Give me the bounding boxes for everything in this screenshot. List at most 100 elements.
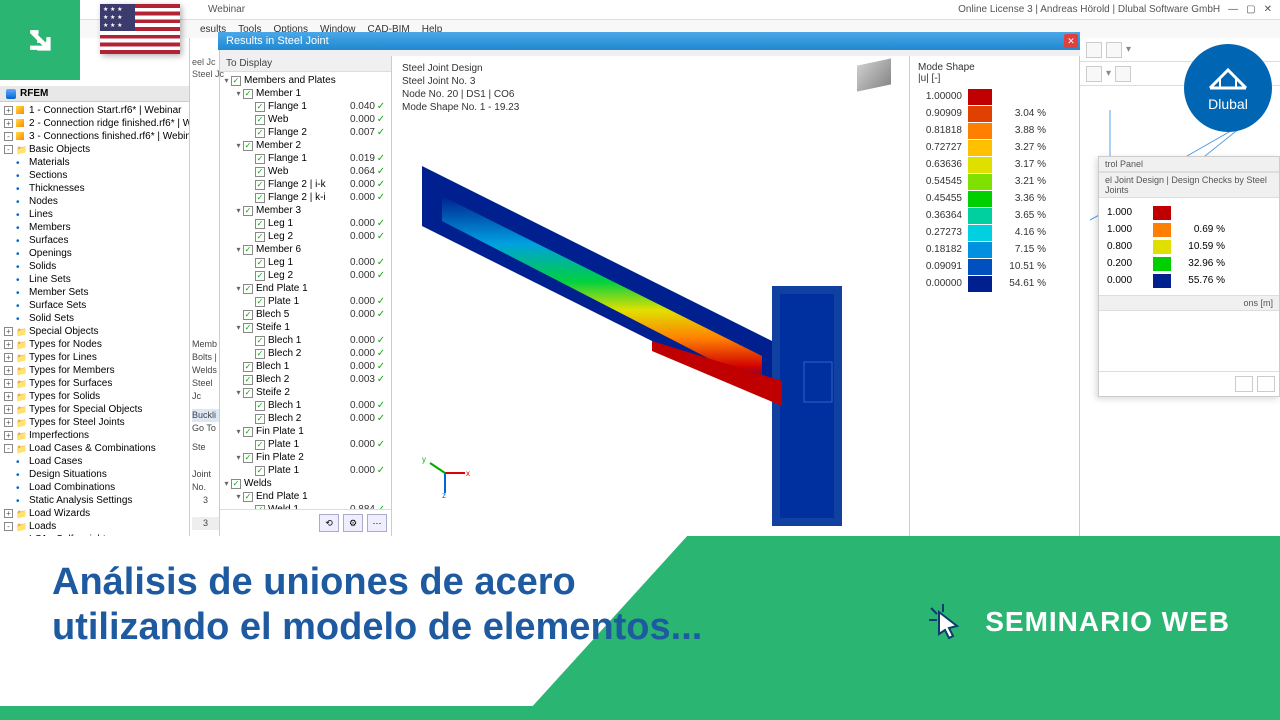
nav-item[interactable]: Load Cases bbox=[0, 455, 189, 468]
title-bar: Webinar Online License 3 | Andreas Hörol… bbox=[0, 0, 1280, 20]
nav-item[interactable]: -3 - Connections finished.rf6* | Webinar bbox=[0, 130, 189, 143]
viewport-3d[interactable]: Steel Joint Design Steel Joint No. 3 Nod… bbox=[392, 56, 910, 536]
nav-item[interactable]: Static Analysis Settings bbox=[0, 494, 189, 507]
nav-item[interactable]: +2 - Connection ridge finished.rf6* | We… bbox=[0, 117, 189, 130]
nav-root[interactable]: RFEM bbox=[0, 86, 189, 102]
design-row: 0.20032.96 % bbox=[1099, 255, 1279, 272]
nav-item[interactable]: -Loads bbox=[0, 520, 189, 533]
nav-item[interactable]: Nodes bbox=[0, 195, 189, 208]
panel-btn[interactable] bbox=[1235, 376, 1253, 392]
nav-item[interactable]: -Load Cases & Combinations bbox=[0, 442, 189, 455]
legend-row: 0.0909110.51 % bbox=[918, 258, 1071, 275]
tool-icon[interactable] bbox=[1086, 42, 1102, 58]
tree-row[interactable]: Blech 10.000✓ bbox=[220, 360, 391, 373]
nav-item[interactable]: +Imperfections bbox=[0, 429, 189, 442]
nav-item[interactable]: +Types for Special Objects bbox=[0, 403, 189, 416]
max-icon[interactable]: ▢ bbox=[1246, 4, 1255, 15]
nav-item[interactable]: +Special Objects bbox=[0, 325, 189, 338]
nav-item[interactable]: Load Combinations bbox=[0, 481, 189, 494]
nav-item[interactable]: Surfaces bbox=[0, 234, 189, 247]
nav-item[interactable]: Design Situations bbox=[0, 468, 189, 481]
tree-row[interactable]: ▾Steife 1 bbox=[220, 321, 391, 334]
tree-row[interactable]: ▾Welds bbox=[220, 477, 391, 490]
nav-item[interactable]: +Types for Surfaces bbox=[0, 377, 189, 390]
tool-icon[interactable] bbox=[1106, 42, 1122, 58]
tool-icon[interactable] bbox=[1115, 66, 1131, 82]
tree-row[interactable]: Blech 20.000✓ bbox=[220, 347, 391, 360]
tree-row[interactable]: Leg 20.000✓ bbox=[220, 269, 391, 282]
footer-banner: Análisis de uniones de acero utilizando … bbox=[0, 536, 1280, 720]
tree-row[interactable]: ▾Member 3 bbox=[220, 204, 391, 217]
nav-item[interactable]: Solids bbox=[0, 260, 189, 273]
tree-row[interactable]: ▾Steife 2 bbox=[220, 386, 391, 399]
dlg-btn-2[interactable]: ⚙ bbox=[343, 514, 363, 532]
cursor-icon bbox=[923, 600, 967, 644]
nav-item[interactable]: Members bbox=[0, 221, 189, 234]
tree-row[interactable]: Flange 2 | i-k0.000✓ bbox=[220, 178, 391, 191]
nav-item[interactable]: +Types for Members bbox=[0, 364, 189, 377]
tree-row[interactable]: Plate 10.000✓ bbox=[220, 295, 391, 308]
tree-row[interactable]: Web0.000✓ bbox=[220, 113, 391, 126]
tree-row[interactable]: Flange 10.040✓ bbox=[220, 100, 391, 113]
nav-item[interactable]: +Types for Lines bbox=[0, 351, 189, 364]
design-check-panel: trol Panel el Joint Design | Design Chec… bbox=[1098, 156, 1280, 397]
nav-item[interactable]: Thicknesses bbox=[0, 182, 189, 195]
results-tree[interactable]: ▾Members and Plates▾Member 1Flange 10.04… bbox=[220, 72, 391, 509]
tree-row[interactable]: Blech 10.000✓ bbox=[220, 399, 391, 412]
tree-row[interactable]: Blech 20.000✓ bbox=[220, 412, 391, 425]
clip-stub: eel JcSteel Jc bbox=[192, 56, 224, 80]
nav-item[interactable]: Solid Sets bbox=[0, 312, 189, 325]
nav-item[interactable]: +1 - Connection Start.rf6* | Webinar bbox=[0, 104, 189, 117]
nav-item[interactable]: Surface Sets bbox=[0, 299, 189, 312]
nav-item[interactable]: Lines bbox=[0, 208, 189, 221]
legend-row: 0.181827.15 % bbox=[918, 241, 1071, 258]
nav-item[interactable]: +Types for Steel Joints bbox=[0, 416, 189, 429]
legend-row: 0.818183.88 % bbox=[918, 122, 1071, 139]
results-dialog: To Display ▾Members and Plates▾Member 1F… bbox=[220, 56, 392, 536]
tree-row[interactable]: ▾Members and Plates bbox=[220, 74, 391, 87]
tree-row[interactable]: Flange 10.019✓ bbox=[220, 152, 391, 165]
close-icon[interactable]: ✕ bbox=[1264, 4, 1272, 15]
tree-row[interactable]: Blech 20.003✓ bbox=[220, 373, 391, 386]
min-icon[interactable]: — bbox=[1228, 4, 1238, 15]
nav-item[interactable]: Member Sets bbox=[0, 286, 189, 299]
tree-row[interactable]: ▾Member 6 bbox=[220, 243, 391, 256]
tree-row[interactable]: Flange 2 | k-i0.000✓ bbox=[220, 191, 391, 204]
viewport-info: Steel Joint Design Steel Joint No. 3 Nod… bbox=[402, 62, 519, 114]
tree-row[interactable]: ▾End Plate 1 bbox=[220, 282, 391, 295]
dialog-subtitle: To Display bbox=[220, 56, 391, 72]
tree-row[interactable]: ▾Member 2 bbox=[220, 139, 391, 152]
view-cube-icon[interactable] bbox=[857, 62, 899, 104]
dialog-close-icon[interactable]: ✕ bbox=[1064, 34, 1078, 48]
project-navigator: RFEM +1 - Connection Start.rf6* | Webina… bbox=[0, 38, 190, 536]
nav-item[interactable]: Sections bbox=[0, 169, 189, 182]
tree-row[interactable]: Leg 10.000✓ bbox=[220, 256, 391, 269]
dlg-btn-3[interactable]: ⋯ bbox=[367, 514, 387, 532]
nav-item[interactable]: +Load Wizards bbox=[0, 507, 189, 520]
tree-row[interactable]: Blech 50.000✓ bbox=[220, 308, 391, 321]
legend-row: 1.00000 bbox=[918, 88, 1071, 105]
tree-row[interactable]: Leg 10.000✓ bbox=[220, 217, 391, 230]
dlg-btn-1[interactable]: ⟲ bbox=[319, 514, 339, 532]
tree-row[interactable]: Plate 10.000✓ bbox=[220, 464, 391, 477]
nav-item[interactable]: Line Sets bbox=[0, 273, 189, 286]
tree-row[interactable]: Leg 20.000✓ bbox=[220, 230, 391, 243]
tree-row[interactable]: ▾Fin Plate 2 bbox=[220, 451, 391, 464]
svg-text:z: z bbox=[442, 491, 446, 498]
tree-row[interactable]: Blech 10.000✓ bbox=[220, 334, 391, 347]
tree-row[interactable]: ▾Fin Plate 1 bbox=[220, 425, 391, 438]
tree-row[interactable]: ▾Member 1 bbox=[220, 87, 391, 100]
tree-row[interactable]: Plate 10.000✓ bbox=[220, 438, 391, 451]
tool-icon[interactable] bbox=[1086, 66, 1102, 82]
nav-item[interactable]: +Types for Solids bbox=[0, 390, 189, 403]
tree-row[interactable]: Flange 20.007✓ bbox=[220, 126, 391, 139]
nav-item[interactable]: Openings bbox=[0, 247, 189, 260]
nav-item[interactable]: -Basic Objects bbox=[0, 143, 189, 156]
nav-item[interactable]: Materials bbox=[0, 156, 189, 169]
legend-row: 0.272734.16 % bbox=[918, 224, 1071, 241]
tree-row[interactable]: ▾End Plate 1 bbox=[220, 490, 391, 503]
tree-row[interactable]: Web0.064✓ bbox=[220, 165, 391, 178]
axis-gizmo: x y z bbox=[420, 448, 470, 500]
panel-btn[interactable] bbox=[1257, 376, 1275, 392]
nav-item[interactable]: +Types for Nodes bbox=[0, 338, 189, 351]
